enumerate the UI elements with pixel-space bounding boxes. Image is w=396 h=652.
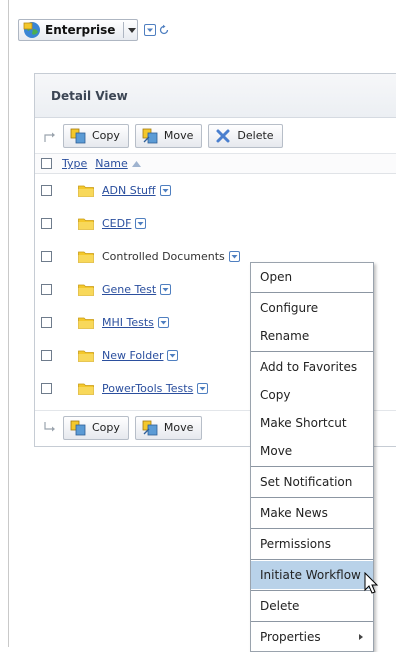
copy-icon xyxy=(70,128,86,143)
folder-link-gene-test[interactable]: Gene Test xyxy=(102,283,156,296)
menu-item-make-shortcut[interactable]: Make Shortcut xyxy=(251,409,373,437)
folder-link-adn-stuff[interactable]: ADN Stuff xyxy=(102,184,156,197)
item-menu-icon[interactable] xyxy=(160,284,172,295)
menu-item-set-notification[interactable]: Set Notification xyxy=(251,468,373,496)
delete-button[interactable]: Delete xyxy=(208,123,283,148)
menu-separator xyxy=(251,559,373,560)
folder-icon xyxy=(78,350,94,362)
move-button[interactable]: Move xyxy=(134,123,203,148)
menu-item-configure[interactable]: Configure xyxy=(251,294,373,322)
context-menu: Open Configure Rename Add to Favorites C… xyxy=(250,262,374,652)
left-frame-border xyxy=(8,0,9,647)
menu-item-open[interactable]: Open xyxy=(251,263,373,291)
row-checkbox[interactable] xyxy=(41,185,52,196)
row-checkbox[interactable] xyxy=(41,383,52,394)
location-bar: Enterprise xyxy=(18,18,170,42)
menu-separator xyxy=(251,621,373,622)
delete-icon xyxy=(216,129,230,142)
panel-title: Detail View xyxy=(51,88,128,103)
select-all-checkbox[interactable] xyxy=(41,158,52,169)
properties-label: Properties xyxy=(260,630,321,644)
row-checkbox[interactable] xyxy=(41,218,52,229)
move-icon xyxy=(142,420,158,435)
move-button-bottom[interactable]: Move xyxy=(134,415,203,440)
folder-icon xyxy=(78,284,94,296)
top-toolbar: Copy Move Delete xyxy=(35,118,396,154)
copy-label: Copy xyxy=(92,129,120,142)
selector-divider xyxy=(123,22,125,38)
menu-separator xyxy=(251,590,373,591)
table-row: CEDF xyxy=(35,207,396,240)
menu-separator xyxy=(251,292,373,293)
item-menu-icon[interactable] xyxy=(228,251,240,262)
item-menu-icon[interactable] xyxy=(167,350,179,361)
enterprise-selector[interactable]: Enterprise xyxy=(18,19,138,41)
menu-item-make-news[interactable]: Make News xyxy=(251,499,373,527)
folder-link-controlled-documents[interactable]: Controlled Documents xyxy=(102,250,225,263)
folder-link-powertools-tests[interactable]: PowerTools Tests xyxy=(102,382,193,395)
move-label: Move xyxy=(163,421,194,434)
panel-header: Detail View xyxy=(35,74,396,118)
row-checkbox[interactable] xyxy=(41,251,52,262)
menu-item-permissions[interactable]: Permissions xyxy=(251,530,373,558)
folder-link-cedf[interactable]: CEDF xyxy=(102,217,131,230)
menu-separator xyxy=(251,466,373,467)
folder-link-mhi-tests[interactable]: MHI Tests xyxy=(102,316,154,329)
menu-separator xyxy=(251,497,373,498)
table-header: Type Name xyxy=(35,154,396,174)
folder-icon xyxy=(78,251,94,263)
move-label: Move xyxy=(163,129,194,142)
chevron-down-icon[interactable] xyxy=(126,27,137,33)
row-checkbox[interactable] xyxy=(41,350,52,361)
menu-item-move[interactable]: Move xyxy=(251,437,373,465)
row-checkbox[interactable] xyxy=(41,284,52,295)
menu-item-add-to-favorites[interactable]: Add to Favorites xyxy=(251,353,373,381)
row-checkbox[interactable] xyxy=(41,317,52,328)
copy-button[interactable]: Copy xyxy=(63,123,129,148)
folder-icon xyxy=(78,185,94,197)
folder-icon xyxy=(78,317,94,329)
folder-icon xyxy=(78,383,94,395)
name-column-header[interactable]: Name xyxy=(95,157,127,170)
type-column-header[interactable]: Type xyxy=(62,157,87,170)
sort-ascending-icon[interactable] xyxy=(131,160,141,167)
menu-item-copy[interactable]: Copy xyxy=(251,381,373,409)
enterprise-icon xyxy=(23,21,41,39)
menu-item-delete[interactable]: Delete xyxy=(251,592,373,620)
table-row: ADN Stuff xyxy=(35,174,396,207)
select-all-arrow-icon xyxy=(44,132,55,142)
item-menu-icon[interactable] xyxy=(135,218,147,229)
item-menu-icon[interactable] xyxy=(159,185,171,196)
menu-item-rename[interactable]: Rename xyxy=(251,322,373,350)
mouse-cursor-icon xyxy=(364,572,379,594)
item-menu-icon[interactable] xyxy=(157,317,169,328)
select-all-arrow-icon xyxy=(44,421,55,431)
delete-label: Delete xyxy=(237,129,274,142)
copy-button-bottom[interactable]: Copy xyxy=(63,415,129,440)
move-icon xyxy=(142,128,158,143)
folder-link-new-folder[interactable]: New Folder xyxy=(102,349,163,362)
submenu-arrow-icon xyxy=(359,634,363,640)
refresh-icon[interactable] xyxy=(158,24,170,36)
menu-dropdown-icon[interactable] xyxy=(144,24,156,36)
menu-separator xyxy=(251,351,373,352)
menu-separator xyxy=(251,528,373,529)
item-menu-icon[interactable] xyxy=(197,383,209,394)
copy-label: Copy xyxy=(92,421,120,434)
menu-item-initiate-workflow[interactable]: Initiate Workflow xyxy=(251,561,373,589)
enterprise-label: Enterprise xyxy=(45,23,116,37)
folder-icon xyxy=(78,218,94,230)
copy-icon xyxy=(70,420,86,435)
